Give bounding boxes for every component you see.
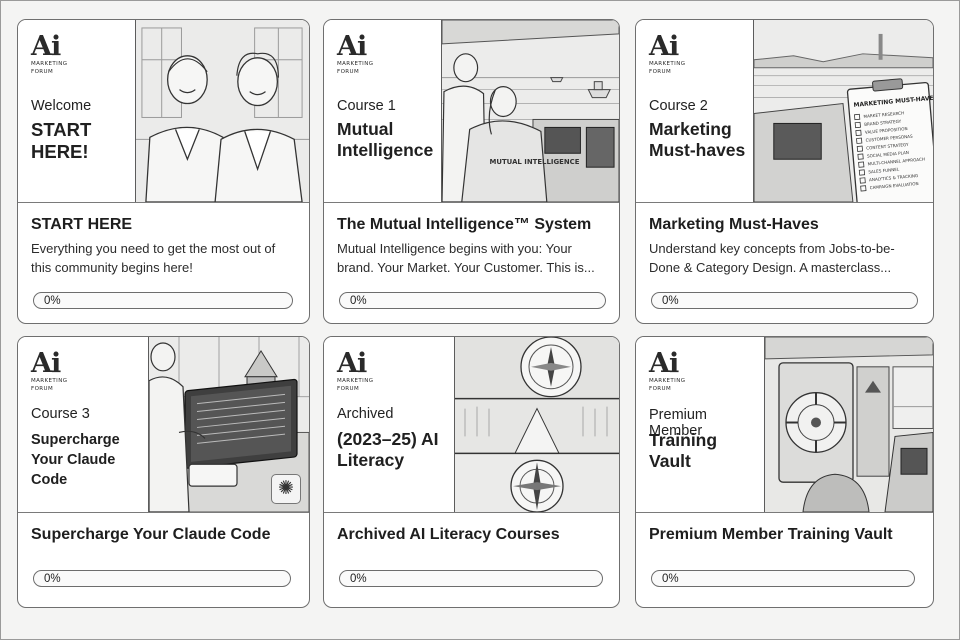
course-card-marketing-must-haves[interactable]: Ai MARKETING FORUM Course 2 Marketing Mu… <box>635 19 934 324</box>
thumbnail-title: Supercharge Your Claude Code <box>31 432 120 488</box>
course-title[interactable]: Marketing Must-Haves <box>649 216 819 234</box>
progress-label: 0% <box>350 573 367 585</box>
thumbnail-text-panel: Ai MARKETING FORUM Course 1 Mutual Intel… <box>324 20 442 202</box>
ship-bridge-illustration: MUTUAL INTELLIGENCE <box>442 20 619 202</box>
ai-marketing-forum-logo: Ai MARKETING FORUM <box>31 31 68 75</box>
thumbnail-kicker: Welcome <box>31 98 92 114</box>
course-card-start-here[interactable]: Ai MARKETING FORUM Welcome START HERE! S… <box>17 19 310 324</box>
thumbnail-text-panel: Ai MARKETING FORUM Welcome START HERE! <box>18 20 136 202</box>
course-description: Mutual Intelligence begins with you: You… <box>337 241 595 275</box>
thumbnail-text-panel: Ai MARKETING FORUM Course 2 Marketing Mu… <box>636 20 754 202</box>
course-thumbnail: Ai MARKETING FORUM Course 3 Supercharge … <box>18 337 309 513</box>
course-title[interactable]: Supercharge Your Claude Code <box>31 526 270 544</box>
ai-marketing-forum-logo: Ai MARKETING FORUM <box>337 348 374 392</box>
progress-bar: 0% <box>339 570 603 587</box>
progress-bar: 0% <box>651 570 915 587</box>
progress-label: 0% <box>662 573 679 585</box>
course-thumbnail: Ai MARKETING FORUM Course 1 Mutual Intel… <box>324 20 619 203</box>
ai-marketing-forum-logo: Ai MARKETING FORUM <box>649 31 686 75</box>
thumbnail-kicker: Archived <box>337 406 394 422</box>
progress-bar: 0% <box>651 292 918 309</box>
thumbnail-title: Mutual Intelligence <box>337 119 434 160</box>
course-title[interactable]: START HERE <box>31 216 132 234</box>
ai-marketing-forum-logo: Ai MARKETING FORUM <box>649 348 686 392</box>
thumbnail-title: START HERE! <box>31 119 92 162</box>
thumbnail-text-panel: Ai MARKETING FORUM Course 3 Supercharge … <box>18 337 149 512</box>
laptop-dashboard-illustration: ✺ <box>149 337 309 512</box>
progress-bar: 0% <box>33 570 291 587</box>
progress-bar: 0% <box>339 292 606 309</box>
claude-sparkle-icon: ✺ <box>271 474 301 504</box>
clipboard-checklist-illustration: MARKETING MUST-HAVES MARKET RESEARCH BRA… <box>754 20 933 202</box>
thumbnail-title: (2023–25) AI Literacy <box>337 429 439 470</box>
vault-door-illustration <box>765 337 933 512</box>
progress-label: 0% <box>350 295 367 307</box>
progress-label: 0% <box>44 573 61 585</box>
course-title[interactable]: Premium Member Training Vault <box>649 526 893 544</box>
course-thumbnail: Ai MARKETING FORUM Welcome START HERE! <box>18 20 309 203</box>
course-card-supercharge-claude-code[interactable]: Ai MARKETING FORUM Course 3 Supercharge … <box>17 336 310 608</box>
progress-label: 0% <box>44 295 61 307</box>
thumbnail-title: Marketing Must-haves <box>649 119 746 160</box>
thumbnail-kicker: Course 1 <box>337 98 396 114</box>
course-card-premium-training-vault[interactable]: Ai MARKETING FORUM Premium Member Traini… <box>635 336 934 608</box>
course-thumbnail: Ai MARKETING FORUM Archived (2023–25) AI… <box>324 337 619 513</box>
jacket-lettering: MUTUAL INTELLIGENCE <box>489 158 579 166</box>
course-description: Understand key concepts from Jobs-to-be-… <box>649 241 895 275</box>
course-title[interactable]: The Mutual Intelligence™ System <box>337 216 591 234</box>
course-title[interactable]: Archived AI Literacy Courses <box>337 526 560 544</box>
progress-bar: 0% <box>33 292 293 309</box>
ai-marketing-forum-logo: Ai MARKETING FORUM <box>337 31 374 75</box>
ai-marketing-forum-logo: Ai MARKETING FORUM <box>31 348 68 392</box>
course-thumbnail: Ai MARKETING FORUM Premium Member Traini… <box>636 337 933 513</box>
compass-collage-illustration <box>455 337 619 512</box>
thumbnail-text-panel: Ai MARKETING FORUM Premium Member Traini… <box>636 337 765 512</box>
course-card-mutual-intelligence[interactable]: Ai MARKETING FORUM Course 1 Mutual Intel… <box>323 19 620 324</box>
hosts-illustration <box>136 20 309 202</box>
thumbnail-title: Training Vault <box>649 430 718 471</box>
thumbnail-kicker: Course 2 <box>649 98 708 114</box>
thumbnail-text-panel: Ai MARKETING FORUM Archived (2023–25) AI… <box>324 337 455 512</box>
progress-label: 0% <box>662 295 679 307</box>
thumbnail-kicker: Course 3 <box>31 406 90 422</box>
course-card-archived-ai-literacy[interactable]: Ai MARKETING FORUM Archived (2023–25) AI… <box>323 336 620 608</box>
course-description: Everything you need to get the most out … <box>31 241 276 275</box>
course-thumbnail: Ai MARKETING FORUM Course 2 Marketing Mu… <box>636 20 933 203</box>
